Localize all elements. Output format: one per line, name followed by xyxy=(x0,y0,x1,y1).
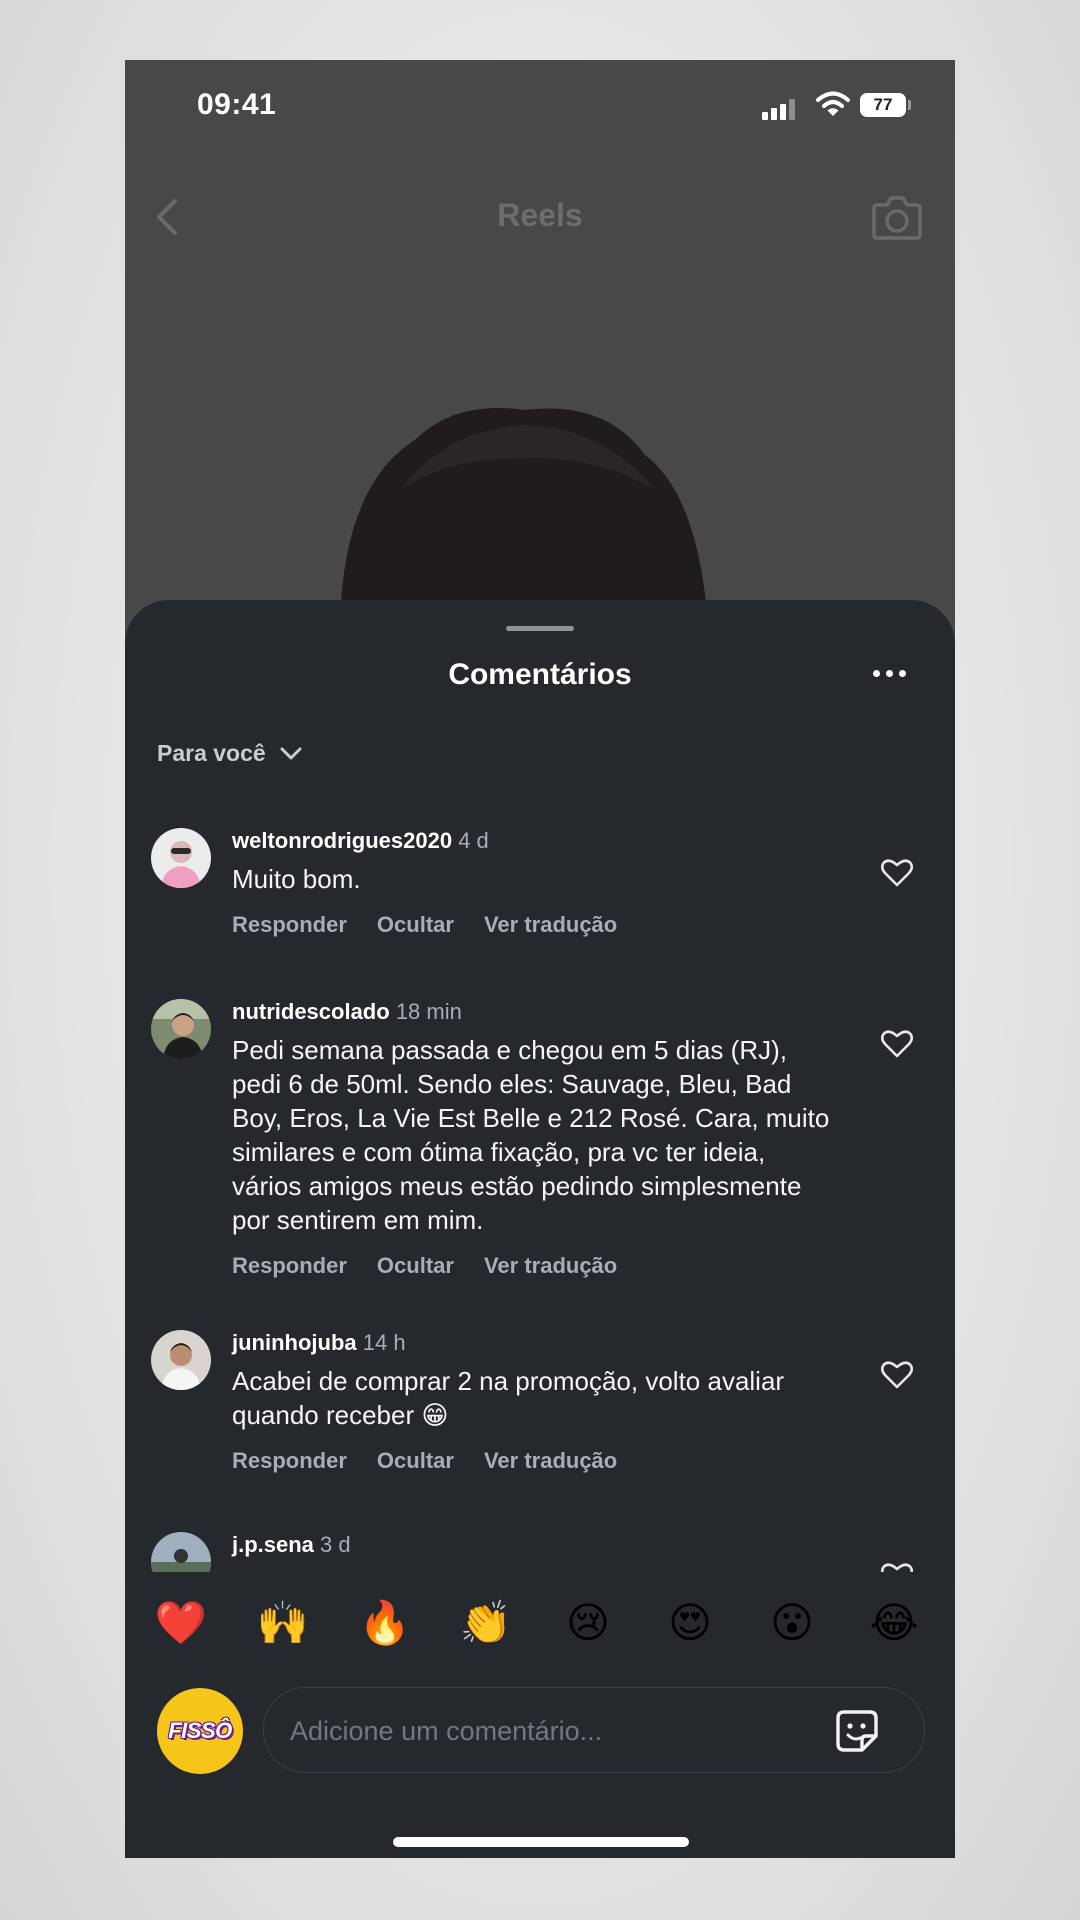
comments-sheet: Comentários Para você weltonrodrigues202… xyxy=(125,600,955,1858)
comment-actions: Responder Ocultar Ver tradução xyxy=(232,1448,832,1474)
reels-title: Reels xyxy=(497,197,583,233)
comment-time: 18 min xyxy=(395,999,462,1024)
comments-list[interactable]: weltonrodrigues2020 4 d Muito bom. Respo… xyxy=(125,600,955,1572)
comment-composer: FISSÔ xyxy=(125,1682,955,1782)
comment-meta: nutridescolado 18 min xyxy=(232,999,832,1029)
avatar-logo-text: FISSÔ xyxy=(168,1718,232,1743)
emoji-laughing-button[interactable]: 😂 xyxy=(864,1598,924,1648)
wifi-icon xyxy=(816,91,850,116)
status-bar: 09:41 77 xyxy=(125,60,955,150)
comment-input[interactable] xyxy=(288,1688,812,1774)
comment-body: juninhojuba 14 h Acabei de comprar 2 na … xyxy=(232,1330,832,1474)
camera-icon[interactable] xyxy=(871,193,923,241)
comment-time: 14 h xyxy=(362,1330,406,1355)
emoji-heart-eyes-button[interactable]: 😍 xyxy=(660,1598,720,1648)
comment-input-wrapper xyxy=(263,1687,925,1774)
reel-video-frame xyxy=(339,408,710,660)
sticker-icon[interactable] xyxy=(834,1708,880,1754)
battery-tip xyxy=(908,100,911,110)
like-heart-icon[interactable] xyxy=(881,858,913,888)
hide-button[interactable]: Ocultar xyxy=(377,1448,454,1473)
status-time: 09:41 xyxy=(197,88,277,121)
emoji-clap-button[interactable]: 👏 xyxy=(456,1598,516,1648)
reply-button[interactable]: Responder xyxy=(232,912,347,937)
like-heart-icon[interactable] xyxy=(881,1562,913,1572)
hide-button[interactable]: Ocultar xyxy=(377,1253,454,1278)
phone-screen: 09:41 77 Reels Comentários Para você wel… xyxy=(125,60,955,1858)
comment-text: Muito bom. xyxy=(232,864,361,894)
hide-button[interactable]: Ocultar xyxy=(377,912,454,937)
comment-text: Pedi semana passada e chegou em 5 dias (… xyxy=(232,1035,830,1235)
emoji-heart-button[interactable]: ❤️ xyxy=(151,1598,211,1648)
avatar[interactable] xyxy=(151,999,211,1059)
emoji-reaction-bar: ❤️ 🙌 🔥 👏 😢 😍 😮 😂 xyxy=(125,1572,955,1672)
emoji-raised-hands-button[interactable]: 🙌 xyxy=(253,1598,313,1648)
translate-button[interactable]: Ver tradução xyxy=(484,912,617,937)
emoji-fire-button[interactable]: 🔥 xyxy=(355,1598,415,1648)
battery-icon: 77 xyxy=(860,93,906,117)
comment-body: nutridescolado 18 min Pedi semana passad… xyxy=(232,999,832,1279)
comment-time: 4 d xyxy=(458,828,489,853)
my-avatar[interactable]: FISSÔ xyxy=(157,1688,243,1774)
emoji-crying-button[interactable]: 😢 xyxy=(558,1598,618,1648)
avatar[interactable] xyxy=(151,828,211,888)
avatar[interactable] xyxy=(151,1330,211,1390)
comment-actions: Responder Ocultar Ver tradução xyxy=(232,912,832,938)
comment-meta: juninhojuba 14 h xyxy=(232,1330,832,1360)
comment-text: Acabei de comprar 2 na promoção, volto a… xyxy=(232,1366,785,1430)
avatar[interactable] xyxy=(151,1532,211,1572)
comment-username[interactable]: nutridescolado xyxy=(232,999,390,1024)
comment-meta: weltonrodrigues2020 4 d xyxy=(232,828,832,858)
comment-time: 3 d xyxy=(320,1532,351,1557)
emoji-surprised-button[interactable]: 😮 xyxy=(762,1598,822,1648)
translate-button[interactable]: Ver tradução xyxy=(484,1448,617,1473)
comment-body: j.p.sena 3 d xyxy=(232,1532,832,1562)
translate-button[interactable]: Ver tradução xyxy=(484,1253,617,1278)
comment-username[interactable]: weltonrodrigues2020 xyxy=(232,828,452,853)
comment-actions: Responder Ocultar Ver tradução xyxy=(232,1253,832,1279)
comment-body: weltonrodrigues2020 4 d Muito bom. Respo… xyxy=(232,828,832,938)
reply-button[interactable]: Responder xyxy=(232,1253,347,1278)
like-heart-icon[interactable] xyxy=(881,1029,913,1059)
reply-button[interactable]: Responder xyxy=(232,1448,347,1473)
comment-meta: j.p.sena 3 d xyxy=(232,1532,832,1562)
cellular-signal-icon xyxy=(762,98,800,120)
comment-username[interactable]: juninhojuba xyxy=(232,1330,357,1355)
like-heart-icon[interactable] xyxy=(881,1360,913,1390)
comment-username[interactable]: j.p.sena xyxy=(232,1532,314,1557)
home-indicator[interactable] xyxy=(393,1837,689,1847)
